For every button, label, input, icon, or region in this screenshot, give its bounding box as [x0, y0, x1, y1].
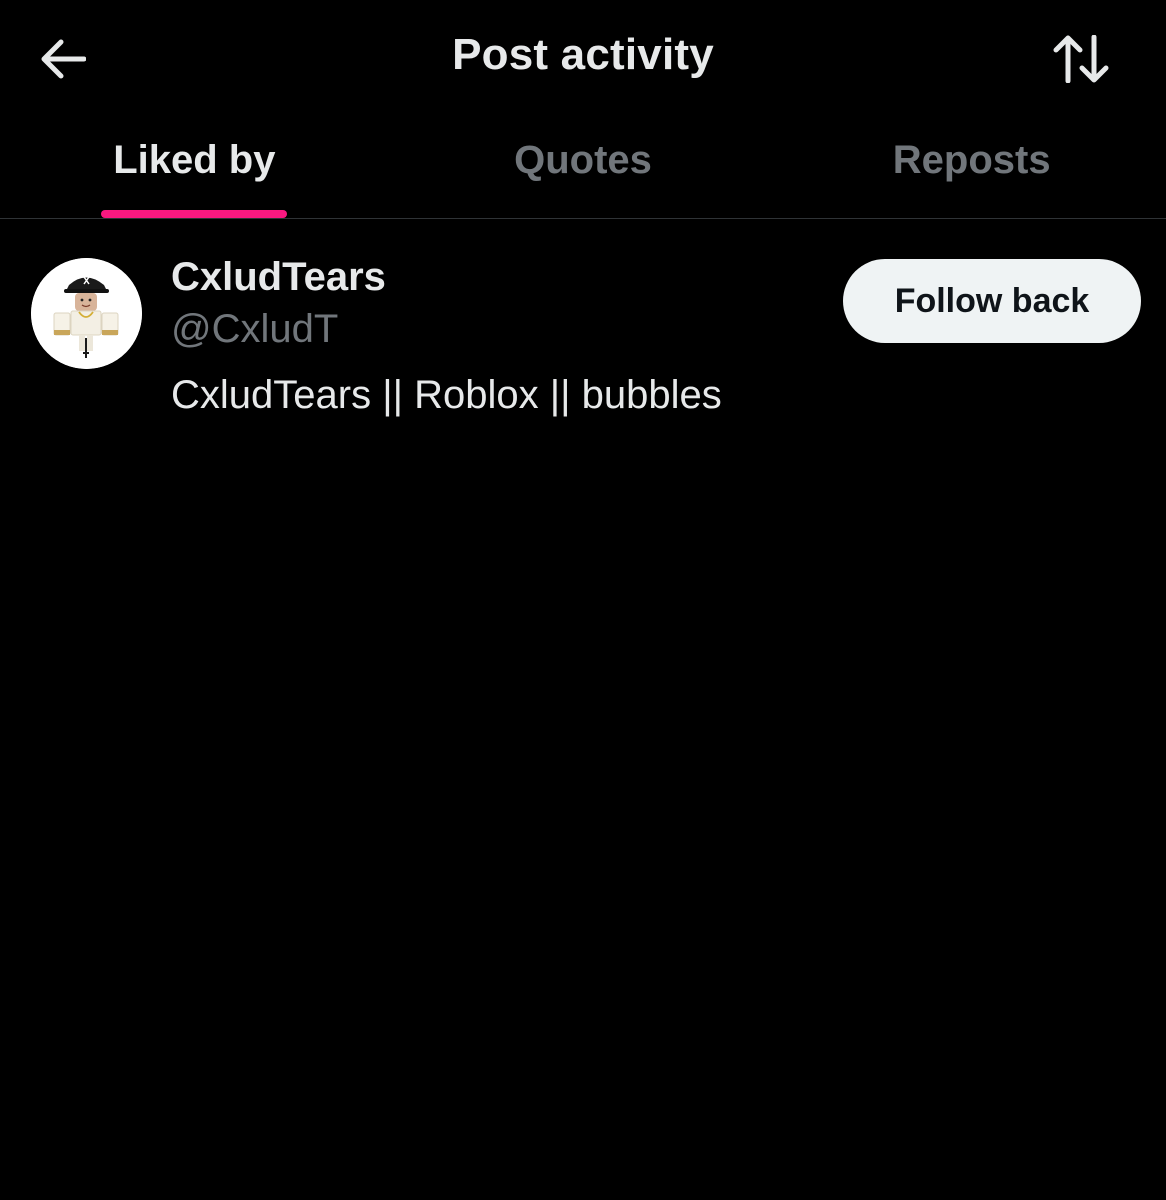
user-display-name[interactable]: CxludTears: [171, 255, 386, 300]
tab-reposts[interactable]: Reposts: [777, 118, 1166, 218]
tab-liked-by-label: Liked by: [113, 138, 276, 182]
page-title: Post activity: [452, 30, 714, 79]
avatar[interactable]: [31, 258, 142, 369]
tab-quotes-label: Quotes: [514, 138, 652, 182]
tab-quotes[interactable]: Quotes: [389, 118, 778, 218]
sort-button[interactable]: [1046, 26, 1116, 92]
roblox-avatar-icon: [31, 258, 142, 369]
top-bar: Post activity: [0, 0, 1166, 118]
tab-liked-by[interactable]: Liked by: [0, 118, 389, 218]
user-bio: CxludTears || Roblox || bubbles: [171, 373, 722, 417]
active-tab-indicator: [101, 210, 288, 218]
tab-reposts-label: Reposts: [892, 138, 1051, 182]
follow-back-button[interactable]: Follow back: [843, 259, 1141, 343]
user-list-item[interactable]: CxludTears @CxludT CxludTears || Roblox …: [0, 219, 1166, 439]
activity-tabs: Liked by Quotes Reposts: [0, 118, 1166, 219]
user-handle: @CxludT: [171, 307, 339, 351]
sort-arrows-icon: [1053, 35, 1109, 83]
